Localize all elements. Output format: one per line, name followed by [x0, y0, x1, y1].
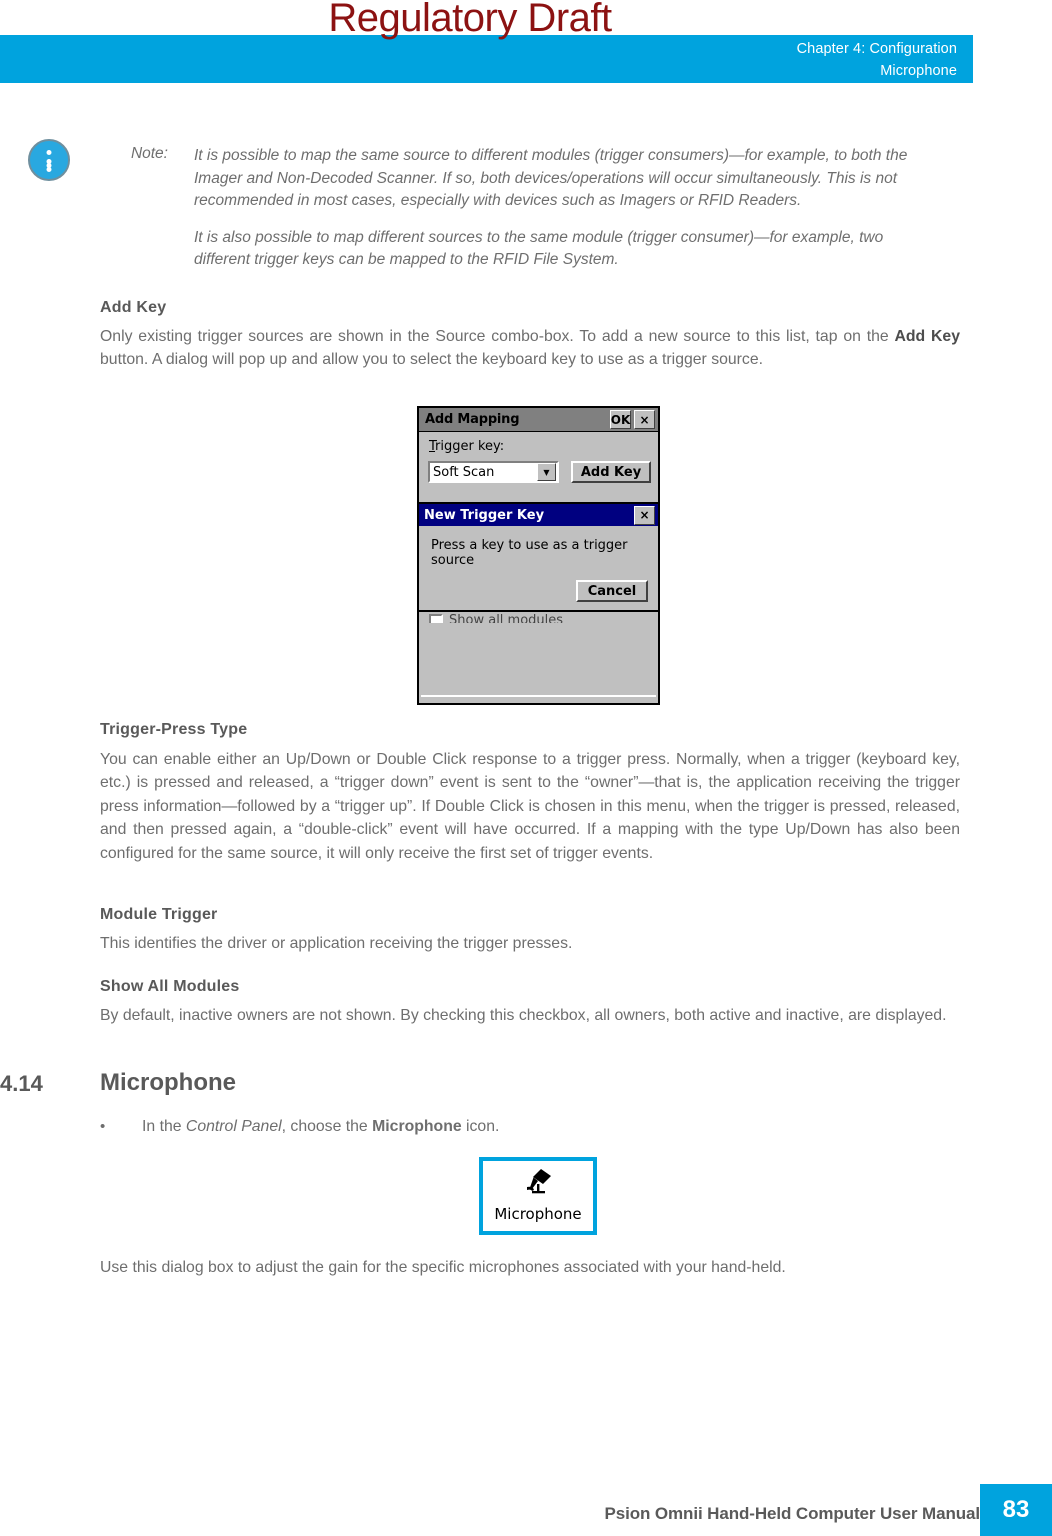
footer-page-number: 83	[980, 1484, 1052, 1536]
inner-dialog-titlebar: New Trigger Key ×	[419, 504, 658, 526]
trigger-key-label-rest: rigger key:	[435, 439, 505, 454]
paragraph-show-all-modules: By default, inactive owners are not show…	[100, 1007, 947, 1024]
bullet-text-post: icon.	[461, 1118, 500, 1135]
info-icon	[28, 139, 70, 181]
note-block: Note: It is possible to map the same sou…	[28, 133, 928, 272]
show-all-modules-label-rest: how all modules	[457, 614, 564, 623]
trigger-key-combobox[interactable]: Soft Scan ▼	[428, 461, 559, 483]
trigger-key-label: Trigger key:	[429, 439, 504, 454]
dialog-bottom-panel	[421, 612, 656, 697]
bullet-text-pre: In the	[142, 1118, 186, 1135]
microphone-icon-caption: Microphone	[494, 1205, 582, 1223]
dialog-titlebar: Add Mapping OK ×	[419, 408, 658, 432]
bullet-text-italic: Control Panel	[185, 1118, 282, 1135]
section-title-microphone: Microphone	[100, 1069, 236, 1096]
note-body: It is possible to map the same source to…	[194, 133, 928, 272]
show-all-modules-row[interactable]: Show all modules	[429, 614, 627, 623]
dialog-ok-button[interactable]: OK	[610, 410, 631, 429]
show-all-modules-checkbox[interactable]	[429, 614, 443, 623]
chevron-down-icon[interactable]: ▼	[537, 463, 556, 481]
paragraph-add-key: Only existing trigger sources are shown …	[100, 325, 960, 372]
obscured-field-row	[429, 491, 629, 501]
inner-dialog-message: Press a key to use as a trigger source	[431, 538, 628, 568]
watermark-regulatory-draft: Regulatory Draft	[328, 0, 612, 40]
show-all-modules-row-clip: Show all modules	[427, 614, 627, 623]
footer-manual-title: Psion Omnii Hand-Held Computer User Manu…	[604, 1504, 980, 1523]
dialog-title: Add Mapping	[425, 412, 520, 427]
add-key-text-bold: Add Key	[894, 328, 960, 345]
note-paragraph-1: It is possible to map the same source to…	[194, 147, 908, 209]
heading-module-trigger: Module Trigger	[100, 906, 218, 923]
bullet-control-panel: • In the Control Panel, choose the Micro…	[100, 1118, 960, 1136]
microphone-icon-screenshot: Microphone	[479, 1157, 597, 1235]
header-section-line: Microphone	[880, 63, 957, 79]
microphone-icon	[483, 1167, 593, 1203]
add-key-text-post: button. A dialog will pop up and allow y…	[100, 351, 763, 369]
heading-add-key: Add Key	[100, 299, 167, 316]
paragraph-module-trigger: This identifies the driver or applicatio…	[100, 935, 573, 952]
paragraph-trigger-press-type: You can enable either an Up/Down or Doub…	[100, 751, 960, 862]
page-footer: Psion Omnii Hand-Held Computer User Manu…	[0, 1484, 1052, 1536]
add-mapping-dialog-screenshot: Add Mapping OK × Trigger key: Soft Scan …	[417, 406, 660, 705]
inner-dialog-title: New Trigger Key	[424, 507, 545, 523]
heading-show-all-modules: Show All Modules	[100, 978, 240, 995]
bullet-text-bold: Microphone	[372, 1118, 462, 1135]
section-number: 4.14	[0, 1071, 43, 1096]
inner-dialog-close-icon[interactable]: ×	[634, 505, 655, 525]
dialog-close-icon[interactable]: ×	[634, 410, 655, 429]
add-key-button[interactable]: Add Key	[571, 461, 651, 483]
bullet-icon: •	[100, 1118, 106, 1135]
add-key-text-pre: Only existing trigger sources are shown …	[100, 328, 895, 345]
note-label: Note:	[130, 145, 168, 162]
note-paragraph-2: It is also possible to map different sou…	[194, 228, 884, 269]
page-header-bar: Chapter 4: Configuration Microphone	[0, 35, 973, 83]
bullet-text: In the Control Panel, choose the Microph…	[142, 1118, 499, 1135]
bullet-text-mid: , choose the	[281, 1118, 373, 1135]
show-all-modules-label: Show all modules	[449, 614, 563, 623]
cancel-button[interactable]: Cancel	[576, 580, 648, 602]
document-page: Regulatory Draft Chapter 4: Configuratio…	[0, 0, 1052, 1536]
new-trigger-key-dialog: New Trigger Key × Press a key to use as …	[417, 502, 660, 612]
trigger-key-value: Soft Scan	[433, 464, 495, 480]
paragraph-microphone-closing: Use this dialog box to adjust the gain f…	[100, 1259, 786, 1276]
heading-trigger-press-type: Trigger-Press Type	[100, 721, 248, 738]
